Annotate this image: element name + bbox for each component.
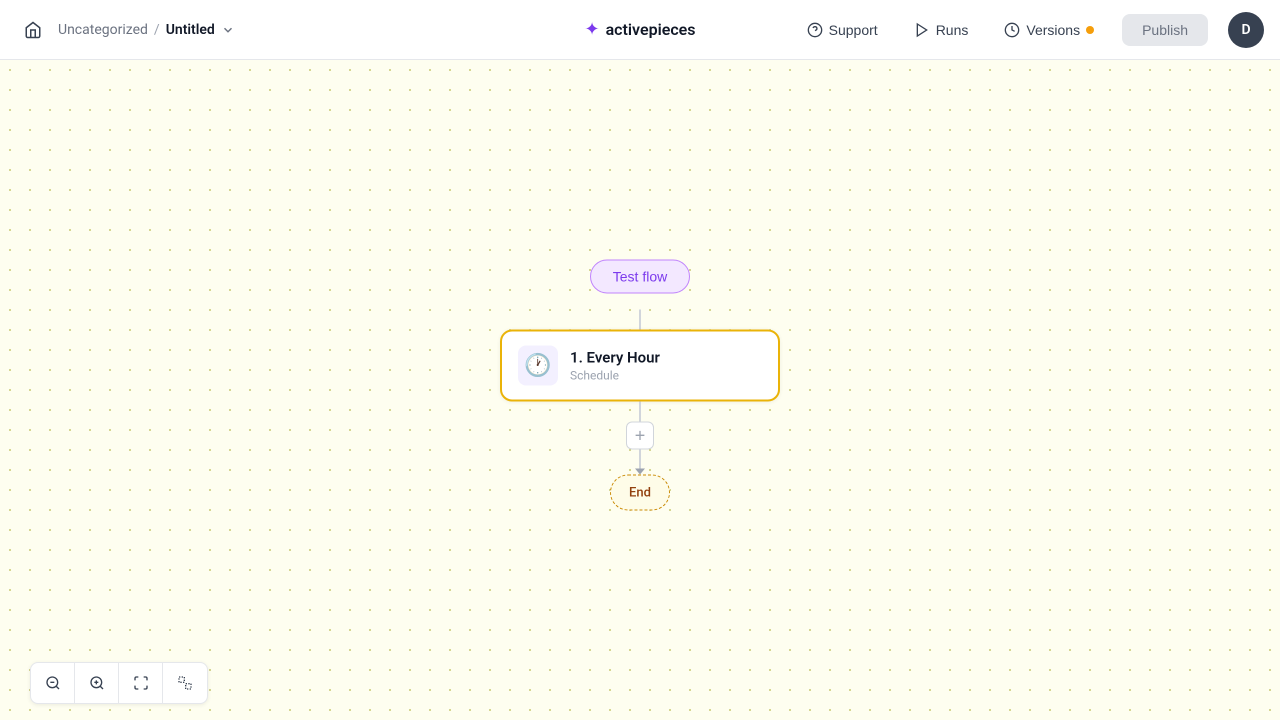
logo-icon: ✦ — [584, 19, 599, 40]
zoom-controls — [30, 662, 208, 704]
schedule-icon: 🕐 — [524, 353, 551, 378]
support-icon — [807, 22, 823, 38]
test-flow-button[interactable]: Test flow — [590, 259, 690, 293]
connector-top — [639, 309, 641, 329]
support-label: Support — [829, 22, 878, 38]
publish-button[interactable]: Publish — [1122, 14, 1208, 46]
step-title: 1. Every Hour — [570, 348, 660, 366]
zoom-fit-icon — [133, 675, 149, 691]
header: Uncategorized / Untitled ✦ activepieces … — [0, 0, 1280, 60]
connector-mid-bottom — [639, 449, 641, 469]
add-step-button[interactable]: + — [626, 421, 654, 449]
header-left: Uncategorized / Untitled — [16, 15, 235, 45]
step-subtitle: Schedule — [570, 368, 660, 382]
canvas: Test flow 🕐 1. Every Hour Schedule + End — [0, 60, 1280, 720]
support-button[interactable]: Support — [799, 16, 886, 44]
versions-label: Versions — [1026, 22, 1080, 38]
flow-container: Test flow 🕐 1. Every Hour Schedule + End — [500, 259, 780, 510]
breadcrumb: Uncategorized / Untitled — [58, 22, 235, 38]
step-icon-container: 🕐 — [518, 345, 558, 385]
runs-icon — [914, 22, 930, 38]
versions-dot — [1086, 26, 1094, 34]
step-card[interactable]: 🕐 1. Every Hour Schedule — [500, 329, 780, 401]
zoom-select-button[interactable] — [163, 663, 207, 703]
header-right: Support Runs Versions Publish D — [799, 12, 1264, 48]
zoom-in-icon — [89, 675, 105, 691]
connector-mid-top — [639, 401, 641, 421]
breadcrumb-parent[interactable]: Uncategorized — [58, 22, 148, 38]
breadcrumb-separator: / — [154, 22, 160, 38]
home-button[interactable] — [16, 15, 50, 45]
zoom-out-icon — [45, 675, 61, 691]
versions-icon — [1004, 22, 1020, 38]
selection-icon — [177, 675, 193, 691]
home-icon — [24, 21, 42, 39]
plus-icon: + — [635, 426, 646, 444]
end-node[interactable]: End — [610, 474, 670, 510]
step-info: 1. Every Hour Schedule — [570, 348, 660, 382]
chevron-down-icon — [221, 23, 235, 37]
zoom-out-button[interactable] — [31, 663, 75, 703]
zoom-in-button[interactable] — [75, 663, 119, 703]
header-center: ✦ activepieces — [584, 19, 695, 40]
zoom-fit-button[interactable] — [119, 663, 163, 703]
breadcrumb-current: Untitled — [166, 22, 215, 38]
runs-button[interactable]: Runs — [906, 16, 977, 44]
breadcrumb-dropdown[interactable] — [221, 23, 235, 37]
avatar[interactable]: D — [1228, 12, 1264, 48]
runs-label: Runs — [936, 22, 969, 38]
versions-button[interactable]: Versions — [996, 16, 1102, 44]
logo-text: activepieces — [606, 20, 696, 39]
